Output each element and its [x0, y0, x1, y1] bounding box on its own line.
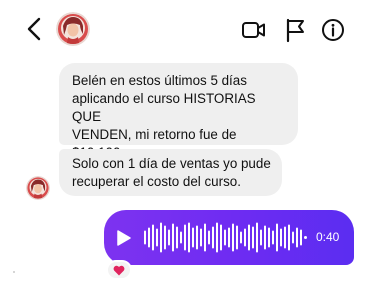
heart-emoji-icon — [113, 265, 125, 276]
voice-message[interactable]: 0:40 — [104, 210, 354, 265]
video-call-button[interactable] — [241, 17, 267, 43]
waveform-bar — [172, 223, 174, 252]
waveform-bar — [188, 222, 190, 253]
waveform-bar — [272, 230, 274, 245]
waveform-bar — [144, 230, 146, 245]
play-button[interactable] — [116, 229, 132, 247]
waveform-bar — [160, 222, 162, 253]
waveform-bar — [184, 224, 186, 251]
waveform-bar — [208, 230, 210, 245]
waveform-bar — [180, 231, 182, 244]
info-button[interactable] — [320, 17, 346, 43]
waveform-bar — [284, 226, 286, 249]
avatar-image — [56, 12, 90, 46]
dot-decoration — [13, 271, 15, 273]
waveform-bar — [276, 223, 278, 252]
waveform-bar — [268, 227, 270, 248]
waveform-bar — [296, 227, 298, 248]
waveform-bar — [192, 227, 194, 248]
avatar-image — [26, 176, 50, 200]
chevron-left-icon — [27, 17, 41, 41]
conversation-header — [0, 0, 373, 58]
message-bubble[interactable]: Belén en estos últimos 5 días aplicando … — [59, 63, 298, 178]
waveform-bar — [288, 224, 290, 251]
waveform-bar — [260, 229, 262, 246]
waveform-bar — [300, 229, 302, 246]
waveform-bar — [168, 229, 170, 246]
flag-icon — [286, 18, 304, 43]
waveform-bar — [224, 229, 226, 246]
dm-conversation: Belén en estos últimos 5 días aplicando … — [0, 0, 373, 289]
waveform-bar — [164, 225, 166, 250]
waveform-bar — [216, 222, 218, 253]
waveform-bar — [244, 228, 246, 247]
message-reaction[interactable] — [106, 260, 132, 280]
waveform-bar — [176, 226, 178, 249]
sender-avatar[interactable] — [26, 176, 50, 200]
waveform-bar — [204, 223, 206, 252]
back-button[interactable] — [24, 16, 46, 42]
waveform-bar — [156, 228, 158, 247]
waveform-bar — [212, 226, 214, 249]
waveform-bar — [264, 225, 266, 250]
waveform-bar — [236, 225, 238, 250]
waveform-bar — [248, 224, 250, 251]
waveform-bar — [232, 223, 234, 252]
waveform-bar — [280, 228, 282, 247]
waveform-bar — [228, 227, 230, 248]
waveform-bar — [256, 222, 258, 253]
audio-waveform[interactable] — [142, 221, 304, 254]
contact-avatar[interactable] — [56, 12, 90, 46]
voice-duration: 0:40 — [316, 230, 340, 244]
video-camera-icon — [242, 22, 265, 38]
play-icon — [117, 230, 131, 246]
waveform-bar — [200, 228, 202, 247]
message-bubble[interactable]: Solo con 1 día de ventas yo pude recuper… — [59, 149, 282, 196]
info-icon — [322, 19, 344, 41]
waveform-bar — [240, 231, 242, 244]
report-button[interactable] — [283, 17, 309, 43]
waveform-end-dot — [304, 236, 307, 239]
waveform-bar — [252, 226, 254, 249]
waveform-bar — [152, 224, 154, 251]
waveform-bar — [196, 225, 198, 250]
waveform-bar — [220, 224, 222, 251]
waveform-bar — [148, 227, 150, 248]
waveform-bar — [292, 231, 294, 244]
